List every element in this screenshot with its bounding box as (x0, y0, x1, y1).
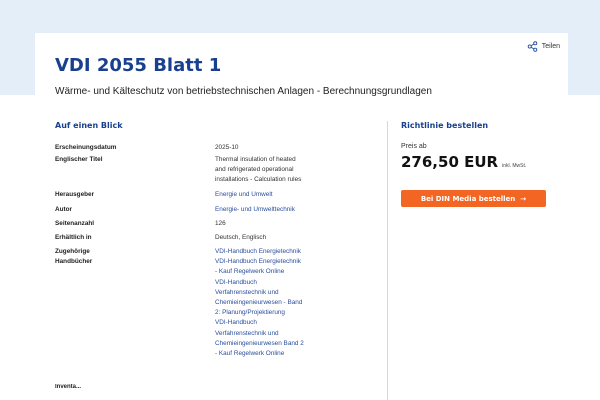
fact-label: Englischer Titel (55, 156, 103, 163)
fact-label: Erscheinungsdatum (55, 144, 117, 151)
handbook-links: VDI-Handbuch Energietechnik VDI-Handbuch… (215, 247, 335, 359)
fact-value-line: installations - Calculation rules (215, 176, 302, 184)
arrow-right-icon: → (520, 194, 527, 203)
fact-label: Erhältlich in (55, 234, 92, 241)
order-button-label: Bei DIN Media bestellen (420, 194, 516, 203)
fact-label: Herausgeber (55, 191, 95, 198)
order-button[interactable]: Bei DIN Media bestellen → (401, 190, 546, 207)
fact-label: Zugehörige Handbücher (55, 247, 205, 267)
fact-value: Thermal insulation of heated and refrige… (215, 155, 335, 186)
fact-value: Deutsch, Englisch (215, 234, 267, 241)
fact-label-line: Handbücher (55, 258, 93, 266)
handbook-link[interactable]: VDI-Handbuch Verfahrenstechnik und Chemi… (215, 278, 335, 319)
fact-value: 126 (215, 220, 226, 227)
fact-label: Autor (55, 206, 73, 213)
page-title: VDI 2055 Blatt 1 (55, 55, 222, 76)
page-subtitle: Wärme- und Kälteschutz von betriebstechn… (55, 86, 432, 97)
order-heading: Richtlinie bestellen (401, 121, 489, 130)
handbook-link[interactable]: VDI-Handbuch Energietechnik (215, 247, 335, 257)
handbook-link[interactable]: VDI-Handbuch Verfahrenstechnik und Chemi… (215, 318, 335, 359)
author-link[interactable]: Energie- und Umwelttechnik (215, 205, 335, 215)
fact-label-line: Zugehörige (55, 248, 90, 255)
next-section-heading: Inventa... (55, 384, 82, 389)
column-divider (387, 121, 388, 400)
fact-value: 2025-10 (215, 144, 239, 151)
fact-label: Seitenanzahl (55, 220, 95, 227)
publisher-link[interactable]: Energie und Umwelt (215, 190, 335, 200)
price-value: 276,50 EUR (401, 153, 499, 171)
share-label: Teilen (541, 43, 560, 50)
glance-heading: Auf einen Blick (55, 121, 123, 130)
vat-note: inkl. MwSt. (502, 163, 527, 169)
fact-value-line: and refrigerated operational (215, 166, 294, 174)
document-card: Teilen VDI 2055 Blatt 1 Wärme- und Kälte… (35, 33, 568, 400)
fact-value-line: Thermal insulation of heated (215, 156, 296, 163)
share-icon (527, 41, 537, 52)
price-row: 276,50 EUR inkl. MwSt. (401, 153, 526, 171)
share-button[interactable]: Teilen (527, 41, 560, 52)
handbook-link[interactable]: VDI-Handbuch Energietechnik - Kauf Regel… (215, 257, 335, 277)
price-label: Preis ab (401, 143, 427, 150)
